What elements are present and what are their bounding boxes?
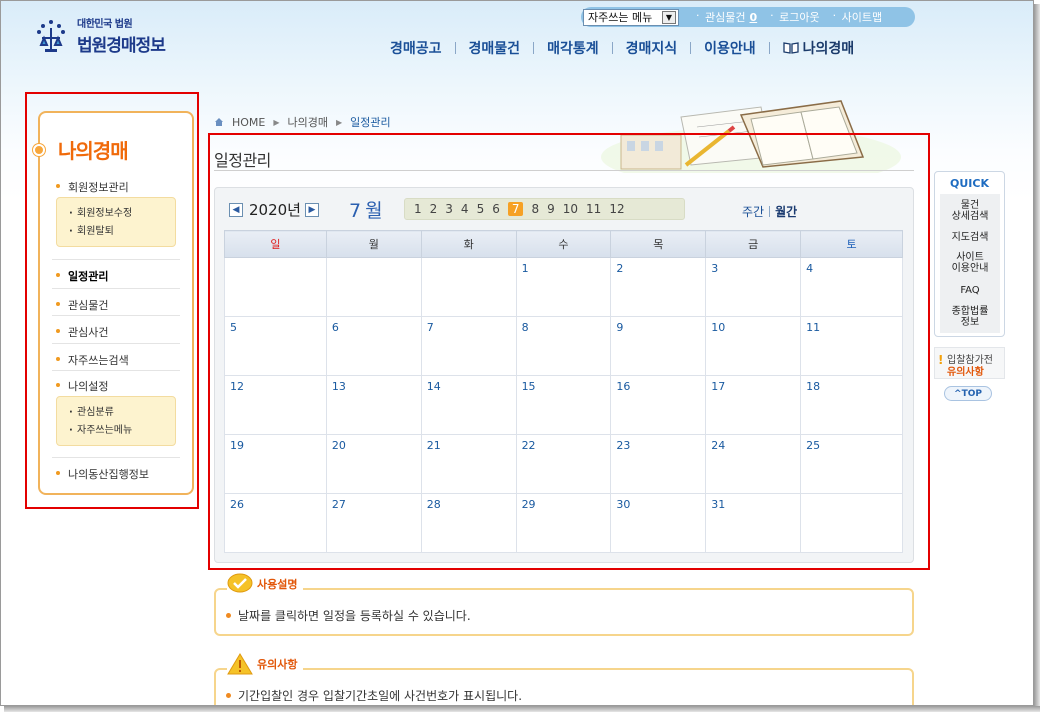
bid-caution-link[interactable]: ! 입찰참가전 유의사항 bbox=[934, 347, 1005, 379]
gnb-auction-notice[interactable]: 경매공고 bbox=[381, 38, 451, 58]
breadcrumb-home[interactable]: HOME bbox=[232, 116, 265, 129]
gnb-divider bbox=[768, 42, 770, 54]
frequent-menu-select[interactable]: 자주쓰는 메뉴 ▼ bbox=[583, 8, 679, 26]
caution-notice-box: 기간입찰인 경우 입찰기간초일에 사건번호가 표시됩니다. bbox=[214, 668, 914, 705]
bid-caution-line2: 유의사항 bbox=[947, 367, 984, 378]
browser-frame: 대한민국 법원 법원경매정보 자주쓰는 메뉴 ▼ 관심물건0 로그아웃 사이트맵… bbox=[0, 0, 1034, 706]
warning-icon bbox=[227, 653, 253, 675]
site-logo[interactable]: 대한민국 법원 법원경매정보 bbox=[31, 15, 166, 56]
chevron-down-icon[interactable]: ▼ bbox=[662, 10, 676, 24]
usage-notice-title: 사용설명 bbox=[257, 578, 298, 591]
quick-item-label: FAQ bbox=[960, 285, 980, 296]
book-icon bbox=[783, 42, 799, 54]
gnb-sale-statistics[interactable]: 매각통계 bbox=[538, 38, 608, 58]
usage-notice-heading: 사용설명 bbox=[227, 573, 304, 595]
breadcrumb-my-auction[interactable]: 나의경매 bbox=[288, 114, 328, 130]
quick-item-detail-search[interactable]: 물건 상세검색 bbox=[940, 200, 1000, 222]
interest-items-count[interactable]: 0 bbox=[749, 11, 757, 24]
quick-item-label: 사이트 bbox=[956, 252, 984, 263]
sitemap-link[interactable]: 사이트맵 bbox=[833, 9, 883, 25]
logo-subtitle: 대한민국 법원 bbox=[77, 19, 133, 30]
quick-menu: QUICK 물건 상세검색 지도검색 사이트 이용안내 FAQ 종합법률 정보 bbox=[934, 171, 1005, 337]
court-emblem-icon bbox=[37, 19, 65, 52]
gnb-divider bbox=[533, 42, 535, 54]
window-shadow-bottom bbox=[4, 706, 1040, 712]
logout-link[interactable]: 로그아웃 bbox=[770, 9, 820, 25]
quick-item-label: 상세검색 bbox=[951, 211, 989, 222]
quick-menu-list: 물건 상세검색 지도검색 사이트 이용안내 FAQ 종합법률 정보 bbox=[940, 194, 1000, 333]
breadcrumb: HOME ▶ 나의경매 ▶ 일정관리 bbox=[214, 114, 399, 130]
gnb-divider bbox=[690, 42, 692, 54]
home-icon bbox=[215, 118, 223, 126]
gnb-my-auction-label: 나의경매 bbox=[802, 41, 855, 57]
exclamation-icon: ! bbox=[938, 353, 944, 367]
frequent-menu-select-value: 자주쓰는 메뉴 bbox=[588, 11, 653, 24]
gnb-usage-guide[interactable]: 이용안내 bbox=[695, 38, 765, 58]
caution-notice-text: 기간입찰인 경우 입찰기간초일에 사건번호가 표시됩니다. bbox=[225, 689, 523, 703]
quick-item-map-search[interactable]: 지도검색 bbox=[940, 232, 1000, 243]
breadcrumb-current: 일정관리 bbox=[350, 116, 391, 129]
check-bubble-icon bbox=[227, 573, 253, 593]
caution-notice-heading: 유의사항 bbox=[227, 653, 304, 675]
gnb-auction-knowledge[interactable]: 경매지식 bbox=[617, 38, 687, 58]
quick-item-label: 정보 bbox=[960, 317, 980, 328]
calendar-highlight bbox=[208, 133, 930, 570]
interest-items-link[interactable]: 관심물건0 bbox=[696, 9, 757, 25]
gnb-my-auction[interactable]: 나의경매 bbox=[774, 38, 864, 58]
breadcrumb-arrow-icon: ▶ bbox=[273, 117, 280, 127]
quick-item-legal-info[interactable]: 종합법률 정보 bbox=[940, 306, 1000, 328]
global-nav: 경매공고 경매물건 매각통계 경매지식 이용안내 나의경매 bbox=[381, 38, 863, 58]
quick-item-site-guide[interactable]: 사이트 이용안내 bbox=[940, 252, 1000, 274]
interest-items-label: 관심물건 bbox=[705, 11, 746, 24]
quick-item-label: 이용안내 bbox=[951, 263, 989, 274]
usage-notice-box: 날짜를 클릭하면 일정을 등록하실 수 있습니다. bbox=[214, 588, 914, 636]
quick-item-label: 종합법률 bbox=[951, 306, 989, 317]
logo-title: 법원경매정보 bbox=[77, 36, 166, 56]
quick-menu-title: QUICK bbox=[950, 177, 989, 190]
utility-bar: 자주쓰는 메뉴 ▼ 관심물건0 로그아웃 사이트맵 bbox=[581, 7, 915, 27]
window-shadow-right bbox=[1034, 4, 1040, 710]
caution-notice-title: 유의사항 bbox=[257, 658, 298, 671]
quick-item-label: 지도검색 bbox=[951, 232, 989, 243]
gnb-auction-items[interactable]: 경매물건 bbox=[460, 38, 530, 58]
quick-item-faq[interactable]: FAQ bbox=[940, 285, 1000, 296]
scroll-top-button[interactable]: ^TOP bbox=[944, 386, 992, 401]
usage-notice-text: 날짜를 클릭하면 일정을 등록하실 수 있습니다. bbox=[226, 609, 471, 623]
breadcrumb-arrow-icon: ▶ bbox=[336, 117, 343, 127]
gnb-divider bbox=[611, 42, 613, 54]
quick-item-label: 물건 bbox=[960, 200, 980, 211]
side-nav-highlight bbox=[25, 92, 199, 509]
gnb-divider bbox=[454, 42, 456, 54]
